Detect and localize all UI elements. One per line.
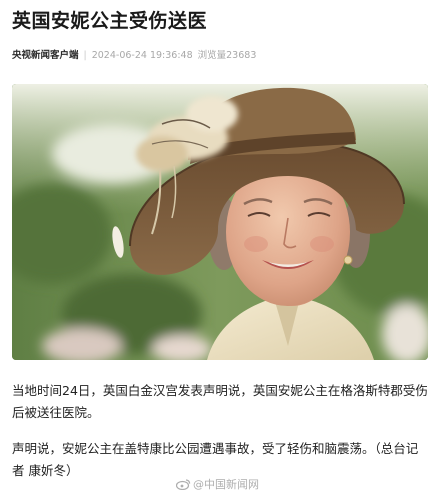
meta-separator: | (83, 50, 87, 61)
image-watermark: @中国新闻网 (176, 476, 259, 492)
article-source[interactable]: 央视新闻客户端 (12, 49, 79, 63)
views-label: 浏览量 (197, 50, 227, 61)
article-timestamp: 2024-06-24 19:36:48 (91, 50, 193, 61)
views-count: 23683 (226, 50, 257, 61)
article-photo (12, 84, 428, 360)
article-meta: 央视新闻客户端 | 2024-06-24 19:36:48 浏览量 23683 (12, 49, 256, 63)
article-paragraph-1: 当地时间24日，英国白金汉宫发表声明说，英国安妮公主在格洛斯特郡受伤后被送往医院… (12, 383, 428, 420)
article-title: 英国安妮公主受伤送医 (12, 10, 208, 32)
watermark-text: @中国新闻网 (193, 478, 259, 491)
weibo-icon (176, 479, 191, 490)
